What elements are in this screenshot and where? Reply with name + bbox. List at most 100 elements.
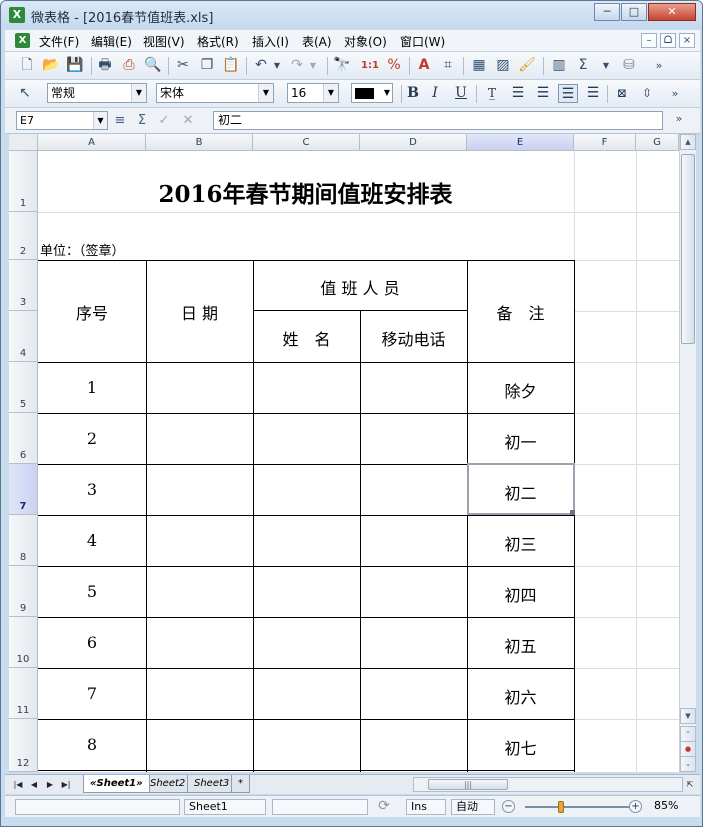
- save-icon[interactable]: 💾: [65, 56, 85, 75]
- doc-close-button[interactable]: ×: [679, 33, 695, 48]
- cell-remark[interactable]: 除夕: [467, 378, 574, 402]
- cell-seq[interactable]: 1: [38, 378, 146, 397]
- maximize-button[interactable]: □: [621, 3, 647, 21]
- doc-icon[interactable]: X: [15, 33, 30, 48]
- align-center-icon[interactable]: ☰: [533, 84, 553, 103]
- cell-remark[interactable]: 初五: [467, 633, 574, 657]
- prev-sheet-icon[interactable]: ◀: [27, 777, 41, 792]
- accept-icon[interactable]: ✓: [155, 112, 173, 130]
- row-header-12[interactable]: 12: [9, 719, 38, 772]
- cell-remark[interactable]: 初三: [467, 531, 574, 555]
- cell-seq[interactable]: 4: [38, 531, 146, 550]
- sum-dropdown-icon[interactable]: ▼: [596, 56, 616, 75]
- menu-format[interactable]: 格式(R): [197, 33, 239, 50]
- print-preview-icon[interactable]: 🔍: [143, 56, 163, 75]
- copy-icon[interactable]: ❐: [197, 56, 217, 75]
- menu-edit[interactable]: 编辑(E): [91, 33, 132, 50]
- cell-seq[interactable]: 6: [38, 633, 146, 652]
- text-style-icon[interactable]: T̲: [482, 84, 502, 103]
- bold-button[interactable]: B: [403, 84, 423, 103]
- chevron-down-icon[interactable]: ▼: [258, 84, 273, 102]
- cell-seq[interactable]: 2: [38, 429, 146, 448]
- cell-remark[interactable]: 初一: [467, 429, 574, 453]
- row-header-5[interactable]: 5: [9, 362, 38, 413]
- close-button[interactable]: ✕: [648, 3, 696, 21]
- grid-icon[interactable]: ▦: [469, 56, 489, 75]
- sheet-tab-3[interactable]: Sheet3: [187, 775, 237, 793]
- cell-remark[interactable]: 初四: [467, 582, 574, 606]
- find-icon[interactable]: 🔭: [332, 56, 352, 75]
- row-header-1[interactable]: 1: [9, 151, 38, 212]
- row-header-9[interactable]: 9: [9, 566, 38, 617]
- scroll-down-icon[interactable]: ▼: [680, 708, 696, 724]
- sheet-tab-1[interactable]: «Sheet1»: [83, 775, 150, 793]
- cell-remark[interactable]: 初六: [467, 684, 574, 708]
- font-dialog-icon[interactable]: A: [414, 56, 434, 75]
- next-sheet-icon[interactable]: ▶: [43, 777, 57, 792]
- menu-window[interactable]: 窗口(W): [400, 33, 445, 50]
- fill-handle[interactable]: [570, 510, 575, 515]
- font-select[interactable]: 宋体 ▼: [156, 83, 274, 103]
- minimize-button[interactable]: ─: [594, 3, 620, 21]
- font-size-select[interactable]: 16 ▼: [287, 83, 339, 103]
- zoom-slider-track[interactable]: [525, 806, 631, 808]
- chevron-down-icon[interactable]: ▼: [384, 84, 390, 102]
- sheet-tab-2[interactable]: Sheet2: [143, 775, 193, 793]
- select-pointer-icon[interactable]: ↖: [15, 84, 35, 103]
- col-header-a[interactable]: A: [38, 134, 146, 151]
- last-sheet-icon[interactable]: ▶|: [59, 777, 73, 792]
- col-header-d[interactable]: D: [360, 134, 467, 151]
- chart-icon[interactable]: ▥: [549, 56, 569, 75]
- open-folder-icon[interactable]: 📂: [41, 56, 61, 75]
- row-header-3[interactable]: 3: [9, 260, 38, 311]
- first-sheet-icon[interactable]: |◀: [11, 777, 25, 792]
- pdf-export-icon[interactable]: ⎙: [119, 56, 139, 75]
- align-left-icon[interactable]: ☰: [508, 84, 528, 103]
- format-painter-icon[interactable]: 🖌: [517, 56, 537, 75]
- undo-dropdown-icon[interactable]: ▼: [267, 56, 287, 75]
- zoom-100-icon[interactable]: 1:1: [360, 56, 380, 75]
- cell-seq[interactable]: 5: [38, 582, 146, 601]
- menu-insert[interactable]: 插入(I): [252, 33, 289, 50]
- menu-object[interactable]: 对象(O): [344, 33, 387, 50]
- spreadsheet-grid[interactable]: A B C D E F G 1 2 3 4 5 6 7 8 9 10 11 12…: [9, 134, 679, 772]
- crop-icon[interactable]: ⌗: [438, 56, 458, 75]
- doc-restore-button[interactable]: ᗝ: [660, 33, 676, 48]
- row-header-8[interactable]: 8: [9, 515, 38, 566]
- cancel-icon[interactable]: ✕: [179, 112, 197, 130]
- formula-overflow-icon[interactable]: »: [669, 109, 689, 128]
- sum-icon[interactable]: Σ: [133, 112, 151, 130]
- chevron-down-icon[interactable]: ▼: [323, 84, 338, 102]
- scroll-up-icon[interactable]: ▲: [680, 134, 696, 150]
- row-header-2[interactable]: 2: [9, 212, 38, 260]
- cell-seq[interactable]: 3: [38, 480, 146, 499]
- col-header-e[interactable]: E: [467, 134, 574, 151]
- vertical-scrollbar[interactable]: ▲ ▼ ⌃ ● ⌄: [679, 134, 696, 772]
- sum-insert-icon[interactable]: Σ: [573, 56, 593, 75]
- shading-icon[interactable]: ▨: [493, 56, 513, 75]
- horizontal-scroll-thumb[interactable]: |||: [428, 779, 508, 790]
- cut-icon[interactable]: ✂: [173, 56, 193, 75]
- formula-input[interactable]: 初二: [213, 111, 663, 130]
- menu-file[interactable]: 文件(F): [39, 33, 79, 50]
- merge-cells-icon[interactable]: ⊠: [612, 84, 632, 103]
- chevron-down-icon[interactable]: ▼: [131, 84, 146, 102]
- row-header-7[interactable]: 7: [9, 464, 38, 515]
- new-sheet-tab[interactable]: *: [231, 775, 250, 793]
- page-down-icon[interactable]: ⌄: [680, 756, 696, 772]
- vertical-scroll-thumb[interactable]: [681, 154, 695, 344]
- align-justify-icon[interactable]: ☰: [558, 84, 578, 103]
- row-header-11[interactable]: 11: [9, 668, 38, 719]
- align-right-icon[interactable]: ☰: [583, 84, 603, 103]
- page-up-icon[interactable]: ⌃: [680, 726, 696, 742]
- spellcheck-icon[interactable]: %: [384, 56, 404, 75]
- font-color-picker[interactable]: ▼: [351, 83, 393, 103]
- select-all-corner[interactable]: [9, 134, 38, 151]
- italic-button[interactable]: I: [425, 84, 445, 103]
- paste-icon[interactable]: 📋: [221, 56, 241, 75]
- underline-button[interactable]: U: [451, 84, 471, 103]
- split-view-icon[interactable]: ⇱: [683, 777, 697, 792]
- toolbar-overflow-icon[interactable]: »: [649, 56, 669, 75]
- style-select[interactable]: 常规 ▼: [47, 83, 147, 103]
- doc-minimize-button[interactable]: –: [641, 33, 657, 48]
